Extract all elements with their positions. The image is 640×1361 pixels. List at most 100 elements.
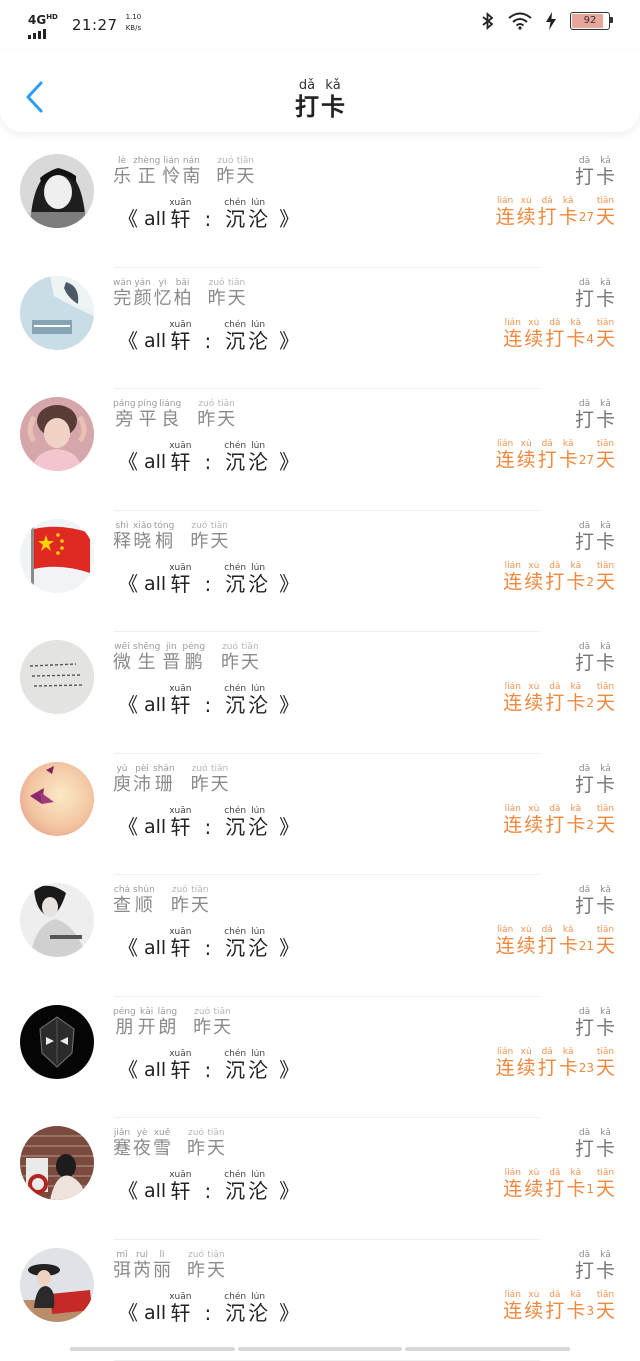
avatar[interactable] — [20, 276, 94, 350]
hanzi: 晓 — [133, 531, 151, 553]
pinyin: xù — [521, 439, 532, 449]
hanzi: 轩 — [170, 1180, 190, 1202]
avatar[interactable] — [20, 519, 94, 593]
hanzi: 天 — [241, 652, 259, 674]
streak-badge: lián连xù续dǎ打kǎ卡2tiān天 — [502, 804, 616, 836]
streak-char: tiān天 — [596, 1168, 615, 1200]
avatar[interactable] — [20, 154, 94, 228]
name-char: liáng良 — [159, 399, 181, 431]
pinyin: dǎ — [579, 1007, 590, 1017]
title-char: dǎ打 — [295, 78, 319, 121]
pinyin: nán — [183, 156, 200, 166]
close-quote: 》 — [279, 816, 299, 838]
avatar[interactable] — [20, 1126, 94, 1200]
hanzi: 打 — [575, 1017, 594, 1039]
avatar[interactable] — [20, 397, 94, 471]
streak-char: xù续 — [524, 561, 543, 593]
avatar[interactable] — [20, 883, 94, 957]
hanzi: 昨 — [171, 895, 189, 917]
list-item[interactable]: mǐ弭ruì芮lì丽zuó昨tiān天《allxuān轩:chén沉lún沦》d… — [0, 1240, 640, 1361]
pinyin: chá — [114, 885, 130, 895]
avatar[interactable] — [20, 1005, 94, 1079]
title-char: lún沦 — [248, 806, 268, 838]
avatar[interactable] — [20, 1248, 94, 1322]
checkin-time: zuó昨tiān天 — [170, 885, 210, 917]
title-colon: : — [204, 694, 211, 716]
avatar[interactable] — [20, 640, 94, 714]
streak-badge: lián连xù续dǎ打kǎ卡2tiān天 — [502, 682, 616, 714]
pinyin: zuó — [198, 399, 214, 409]
hanzi: 天 — [211, 774, 229, 796]
time-char: tiān天 — [207, 1250, 225, 1282]
close-quote: 》 — [279, 1302, 299, 1324]
pinyin: xuān — [169, 320, 191, 330]
pinyin: dǎ — [549, 1168, 560, 1178]
book-title: 《allxuān轩:chén沉lún沦》 — [118, 198, 299, 230]
pinyin: tiān — [241, 642, 258, 652]
label-char: dǎ打 — [575, 885, 594, 917]
streak-char: xù续 — [517, 925, 536, 957]
title-colon: : — [204, 573, 211, 595]
list-item[interactable]: lè乐zhèng正lián怜nán南zuó昨tiān天《allxuān轩:ché… — [0, 146, 640, 268]
hanzi: 天 — [596, 206, 615, 228]
list-item[interactable]: péng朋kāi开lǎng朗zuó昨tiān天《allxuān轩:chén沉lú… — [0, 997, 640, 1119]
pinyin: dǎ — [579, 399, 590, 409]
pinyin: lún — [251, 441, 265, 451]
title-colon: : — [204, 816, 211, 838]
pinyin: kǎ — [600, 1250, 611, 1260]
hanzi: 天 — [207, 1260, 225, 1282]
time-char: tiān天 — [210, 521, 228, 553]
hanzi: 卡 — [566, 814, 585, 836]
title-latin: all — [144, 816, 166, 838]
pinyin: xiǎo — [133, 521, 152, 531]
pinyin: dǎ — [299, 78, 315, 93]
hanzi: 天 — [596, 935, 615, 957]
pinyin: wēi — [114, 642, 129, 652]
avatar[interactable] — [20, 762, 94, 836]
hanzi: 续 — [524, 692, 543, 714]
hanzi: 天 — [217, 409, 235, 431]
open-quote: 《 — [118, 330, 138, 352]
pinyin: dǎ — [579, 1128, 590, 1138]
streak-char: lián连 — [503, 804, 522, 836]
user-name: shì释xiǎo晓tóng桐zuó昨tiān天 — [112, 521, 229, 553]
hanzi: 夜 — [133, 1138, 151, 1160]
name-char: lè乐 — [113, 156, 131, 188]
pinyin: kǎ — [600, 399, 611, 409]
title-colon: : — [204, 330, 211, 352]
label-char: dǎ打 — [575, 642, 594, 674]
book-title: 《allxuān轩:chén沉lún沦》 — [118, 1049, 299, 1081]
hanzi: 打 — [545, 814, 564, 836]
streak-badge: lián连xù续dǎ打kǎ卡4tiān天 — [502, 318, 616, 350]
hanzi: 沛 — [133, 774, 151, 796]
open-quote: 《 — [118, 694, 138, 716]
bluetooth-icon — [482, 12, 494, 30]
status-bar: 4GHD 21:27 1.10KB/s 92 — [0, 0, 640, 50]
list-item[interactable]: jiǎn蹇yè夜xuě雪zuó昨tiān天《allxuān轩:chén沉lún沦… — [0, 1118, 640, 1240]
streak-days: 23 — [579, 1057, 594, 1079]
hanzi: 昨 — [208, 288, 226, 310]
pinyin: yán — [134, 278, 151, 288]
open-quote: 《 — [118, 816, 138, 838]
checkin-label: dǎ打kǎ卡 — [574, 278, 616, 310]
hanzi: 卡 — [596, 1138, 615, 1160]
label-char: dǎ打 — [575, 764, 594, 796]
name-char: shì释 — [113, 521, 131, 553]
hanzi: 打 — [545, 571, 564, 593]
list-item[interactable]: páng旁píng平liáng良zuó昨tiān天《allxuān轩:chén沉… — [0, 389, 640, 511]
list-item[interactable]: shì释xiǎo晓tóng桐zuó昨tiān天《allxuān轩:chén沉lú… — [0, 511, 640, 633]
hanzi: 打 — [575, 1138, 594, 1160]
pinyin: lián — [505, 561, 521, 571]
pinyin: tiān — [597, 439, 614, 449]
hanzi: 打 — [545, 692, 564, 714]
list-item[interactable]: yǔ庾pèi沛shān珊zuó昨tiān天《allxuān轩:chén沉lún沦… — [0, 754, 640, 876]
pinyin: tiān — [191, 885, 208, 895]
hanzi: 沉 — [225, 694, 245, 716]
list-item[interactable]: wēi微shēng生jìn晋péng鹏zuó昨tiān天《allxuān轩:ch… — [0, 632, 640, 754]
list-item[interactable]: wán完yán颜yì忆bǎi柏zuó昨tiān天《allxuān轩:chén沉l… — [0, 268, 640, 390]
list-item[interactable]: chá查shùn顺zuó昨tiān天《allxuān轩:chén沉lún沦》dǎ… — [0, 875, 640, 997]
time-char: tiān天 — [213, 1007, 231, 1039]
streak-char: lián连 — [503, 682, 522, 714]
streak-days: 2 — [586, 571, 594, 593]
pinyin: dǎ — [549, 1290, 560, 1300]
